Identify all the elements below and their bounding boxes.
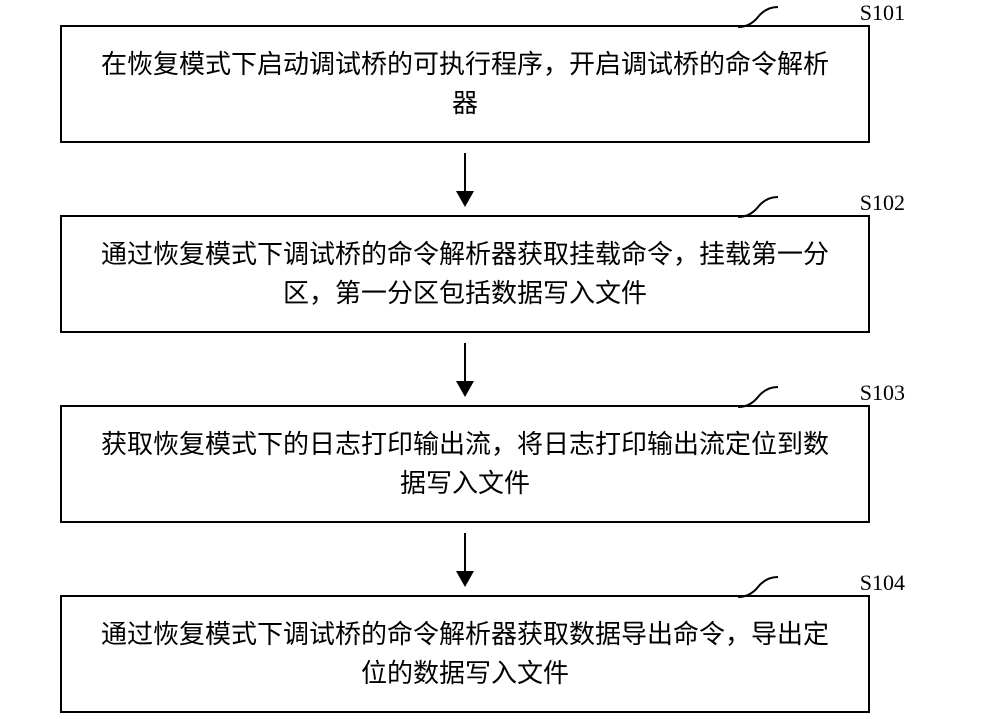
arrow-3: [464, 533, 466, 585]
step-wrapper-4: S104 通过恢复模式下调试桥的命令解析器获取数据导出命令，导出定位的数据写入文…: [60, 595, 940, 713]
step-text-2: 通过恢复模式下调试桥的命令解析器获取挂载命令，挂载第一分区，第一分区包括数据写入…: [101, 240, 829, 308]
step-label-4: S104: [860, 570, 905, 596]
arrow-1: [464, 153, 466, 205]
connector-curve-2: [738, 199, 778, 219]
step-box-4: 通过恢复模式下调试桥的命令解析器获取数据导出命令，导出定位的数据写入文件: [60, 595, 870, 713]
step-text-4: 通过恢复模式下调试桥的命令解析器获取数据导出命令，导出定位的数据写入文件: [101, 620, 829, 688]
arrow-2: [464, 343, 466, 395]
step-wrapper-2: S102 通过恢复模式下调试桥的命令解析器获取挂载命令，挂载第一分区，第一分区包…: [60, 215, 940, 333]
step-text-3: 获取恢复模式下的日志打印输出流，将日志打印输出流定位到数据写入文件: [101, 430, 829, 498]
step-box-2: 通过恢复模式下调试桥的命令解析器获取挂载命令，挂载第一分区，第一分区包括数据写入…: [60, 215, 870, 333]
connector-curve-1: [738, 9, 778, 29]
connector-curve-4: [738, 579, 778, 599]
step-box-3: 获取恢复模式下的日志打印输出流，将日志打印输出流定位到数据写入文件: [60, 405, 870, 523]
connector-curve-3: [738, 389, 778, 409]
step-wrapper-3: S103 获取恢复模式下的日志打印输出流，将日志打印输出流定位到数据写入文件: [60, 405, 940, 523]
step-label-2: S102: [860, 190, 905, 216]
flowchart-diagram: S101 在恢复模式下启动调试桥的可执行程序，开启调试桥的命令解析器 S102 …: [60, 25, 940, 713]
step-label-3: S103: [860, 380, 905, 406]
step-text-1: 在恢复模式下启动调试桥的可执行程序，开启调试桥的命令解析器: [101, 50, 829, 118]
step-label-1: S101: [860, 0, 905, 26]
step-box-1: 在恢复模式下启动调试桥的可执行程序，开启调试桥的命令解析器: [60, 25, 870, 143]
step-wrapper-1: S101 在恢复模式下启动调试桥的可执行程序，开启调试桥的命令解析器: [60, 25, 940, 143]
